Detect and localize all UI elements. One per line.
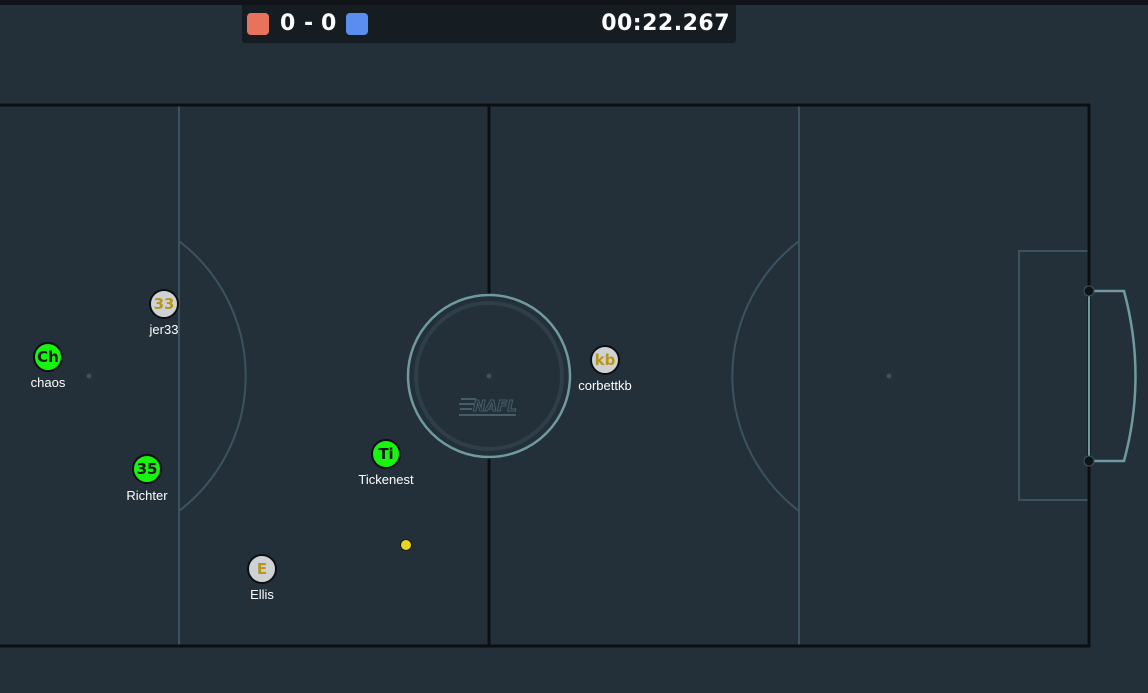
field: NAFL bbox=[0, 103, 1137, 648]
player-corbettkb-name: corbettkb bbox=[578, 378, 632, 393]
ball bbox=[400, 539, 412, 551]
left-arc bbox=[178, 240, 247, 512]
player-ellis-disc: E bbox=[247, 554, 277, 584]
right-goal-net bbox=[1089, 289, 1137, 463]
svg-text:NAFL: NAFL bbox=[473, 397, 517, 415]
right-goal-box bbox=[1018, 250, 1089, 501]
player-tickenest-name: Tickenest bbox=[358, 472, 414, 487]
player-ellis-name: Ellis bbox=[250, 587, 274, 602]
center-spot bbox=[486, 373, 492, 379]
goal-post-top bbox=[1083, 285, 1095, 297]
player-chaos-name: chaos bbox=[30, 375, 66, 390]
right-spot bbox=[886, 373, 892, 379]
player-corbettkb-disc: kb bbox=[590, 345, 620, 375]
player-jer33-name: jer33 bbox=[149, 322, 179, 337]
player-richter-disc: 35 bbox=[132, 454, 162, 484]
right-arc bbox=[731, 240, 800, 512]
player-jer33-disc: 33 bbox=[149, 289, 179, 319]
goal-post-bottom bbox=[1083, 455, 1095, 467]
player-richter-name: Richter bbox=[126, 488, 168, 503]
player-chaos-disc: Ch bbox=[33, 342, 63, 372]
player-tickenest-disc: Ti bbox=[371, 439, 401, 469]
